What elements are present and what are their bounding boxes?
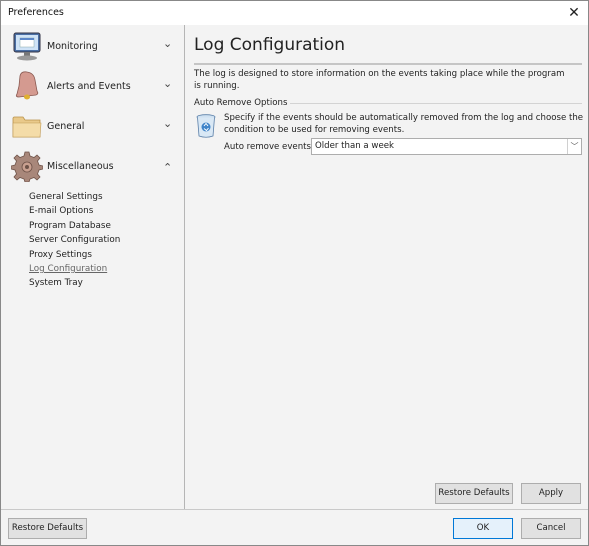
- cancel-button[interactable]: Cancel: [521, 518, 581, 539]
- restore-defaults-button[interactable]: Restore Defaults: [8, 518, 87, 539]
- title-bar: Preferences ✕: [1, 1, 588, 25]
- gear-icon: [11, 151, 43, 182]
- sidebar-group-label: General: [47, 121, 85, 132]
- close-icon[interactable]: ✕: [565, 4, 583, 22]
- sidebar-group-general[interactable]: General ⌄: [1, 107, 185, 147]
- sidebar-group-label: Alerts and Events: [47, 81, 131, 92]
- sidebar-item-email-options[interactable]: E-mail Options: [29, 204, 120, 218]
- folder-icon: [12, 116, 42, 138]
- auto-remove-select[interactable]: Older than a week ﹀: [311, 138, 582, 155]
- sidebar-item-general-settings[interactable]: General Settings: [29, 190, 120, 204]
- sidebar-group-miscellaneous[interactable]: Miscellaneous ⌃: [1, 147, 185, 187]
- preferences-window: Preferences ✕ Monitoring ⌄ Alerts and Ev…: [0, 0, 589, 546]
- auto-remove-value: Older than a week: [315, 141, 394, 151]
- dialog-footer: Restore Defaults OK Cancel: [1, 509, 588, 545]
- title-divider: [194, 63, 582, 65]
- bell-icon: [15, 71, 39, 100]
- sidebar-item-server-configuration[interactable]: Server Configuration: [29, 233, 120, 247]
- sidebar-group-label: Monitoring: [47, 41, 98, 52]
- page-title: Log Configuration: [194, 35, 346, 55]
- chevron-down-icon[interactable]: ⌄: [163, 37, 172, 50]
- sidebar-group-monitoring[interactable]: Monitoring ⌄: [1, 27, 185, 67]
- monitor-icon: [13, 32, 41, 61]
- sidebar-group-alerts-and-events[interactable]: Alerts and Events ⌄: [1, 67, 185, 107]
- auto-remove-label: Auto remove events:: [224, 142, 314, 152]
- sidebar: Monitoring ⌄ Alerts and Events ⌄ General…: [1, 25, 185, 509]
- recycle-bin-icon: [196, 114, 216, 138]
- section-label: Auto Remove Options: [194, 98, 291, 108]
- chevron-up-icon[interactable]: ⌃: [163, 161, 172, 174]
- chevron-down-icon[interactable]: ⌄: [163, 77, 172, 90]
- sidebar-item-program-database[interactable]: Program Database: [29, 219, 120, 233]
- page-description: The log is designed to store information…: [194, 69, 565, 91]
- content-panel: Log Configuration The log is designed to…: [186, 25, 588, 509]
- miscellaneous-subitems: General Settings E-mail Options Program …: [29, 190, 120, 291]
- window-title: Preferences: [8, 7, 64, 18]
- sidebar-item-log-configuration[interactable]: Log Configuration: [29, 262, 120, 276]
- ok-button[interactable]: OK: [453, 518, 513, 539]
- sidebar-item-proxy-settings[interactable]: Proxy Settings: [29, 248, 120, 262]
- sidebar-group-label: Miscellaneous: [47, 161, 114, 172]
- chevron-down-icon[interactable]: ⌄: [163, 117, 172, 130]
- apply-button[interactable]: Apply: [521, 483, 581, 504]
- section-description: Specify if the events should be automati…: [224, 113, 584, 135]
- restore-defaults-page-button[interactable]: Restore Defaults: [435, 483, 513, 504]
- sidebar-item-system-tray[interactable]: System Tray: [29, 276, 120, 290]
- chevron-down-icon[interactable]: ﹀: [567, 139, 581, 154]
